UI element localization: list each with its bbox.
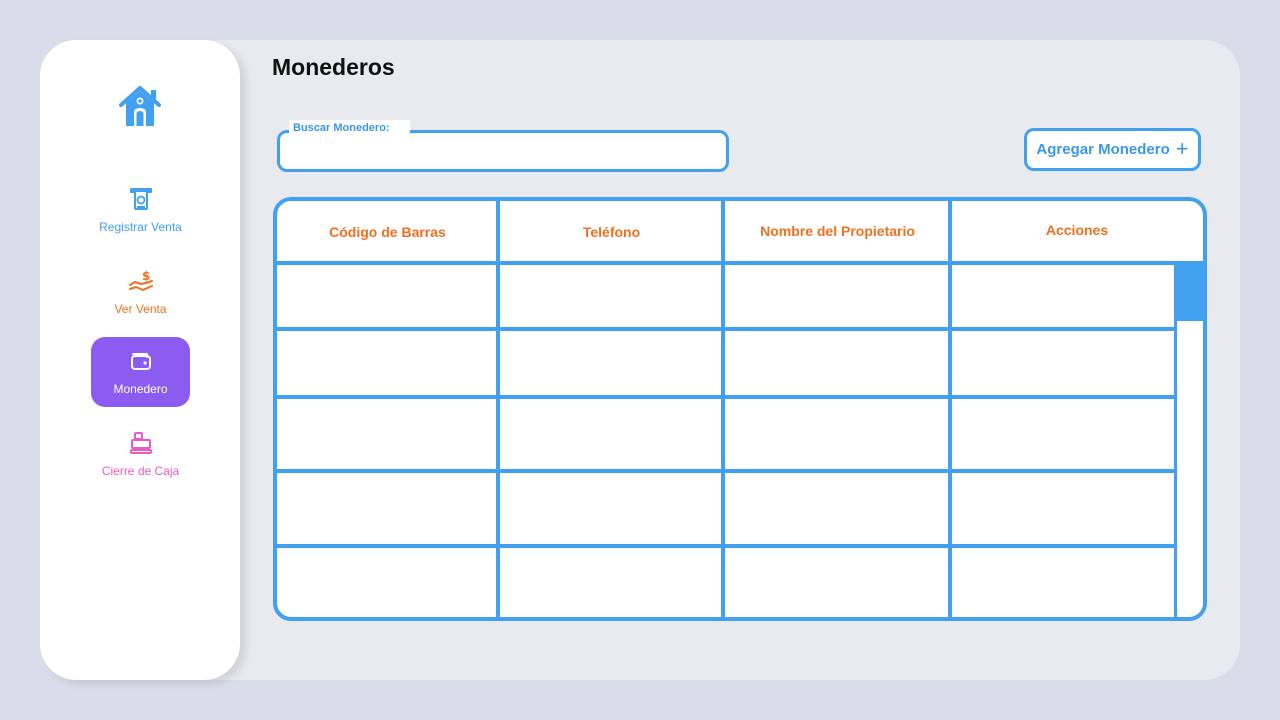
- sidebar: Registrar Venta $ Ver Venta Monedero Cie…: [40, 40, 240, 680]
- search-field[interactable]: [277, 130, 729, 172]
- wallet-icon: [130, 353, 151, 370]
- sidebar-item-monedero[interactable]: Monedero: [91, 337, 190, 407]
- sidebar-item-label: Ver Venta: [114, 302, 167, 316]
- sidebar-item-label: Cierre de Caja: [101, 464, 180, 478]
- column-header-codigo[interactable]: Código de Barras: [277, 203, 498, 261]
- cash-register-icon: [129, 432, 152, 454]
- atm-cash-icon: [129, 188, 152, 210]
- add-button-label: Agregar Monedero: [1036, 141, 1170, 158]
- column-header-acciones[interactable]: Acciones: [952, 201, 1202, 259]
- svg-text:$: $: [142, 269, 150, 283]
- sidebar-item-cierre-de-caja[interactable]: Cierre de Caja: [91, 419, 190, 489]
- sidebar-item-label: Monedero: [113, 382, 168, 396]
- search-label: Buscar Monedero:: [289, 120, 410, 136]
- sidebar-item-label: Registrar Venta: [99, 220, 182, 234]
- app-window: Registrar Venta $ Ver Venta Monedero Cie…: [0, 0, 1280, 720]
- money-hand-icon: $: [128, 269, 153, 291]
- plus-icon: +: [1175, 135, 1189, 161]
- column-header-telefono[interactable]: Teléfono: [500, 203, 723, 261]
- scrollbar-thumb[interactable]: [1176, 261, 1203, 321]
- search-input[interactable]: [290, 143, 710, 163]
- table-grid: [277, 201, 1203, 617]
- sidebar-item-ver-venta[interactable]: $ Ver Venta: [91, 257, 190, 327]
- monederos-table: Código de Barras Teléfono Nombre del Pro…: [273, 197, 1207, 621]
- sidebar-item-registrar-venta[interactable]: Registrar Venta: [91, 175, 190, 245]
- page-title: Monederos: [272, 54, 395, 80]
- column-header-propietario[interactable]: Nombre del Propietario: [725, 202, 950, 260]
- add-monedero-button[interactable]: Agregar Monedero +: [1024, 128, 1201, 171]
- home-icon[interactable]: [117, 83, 163, 129]
